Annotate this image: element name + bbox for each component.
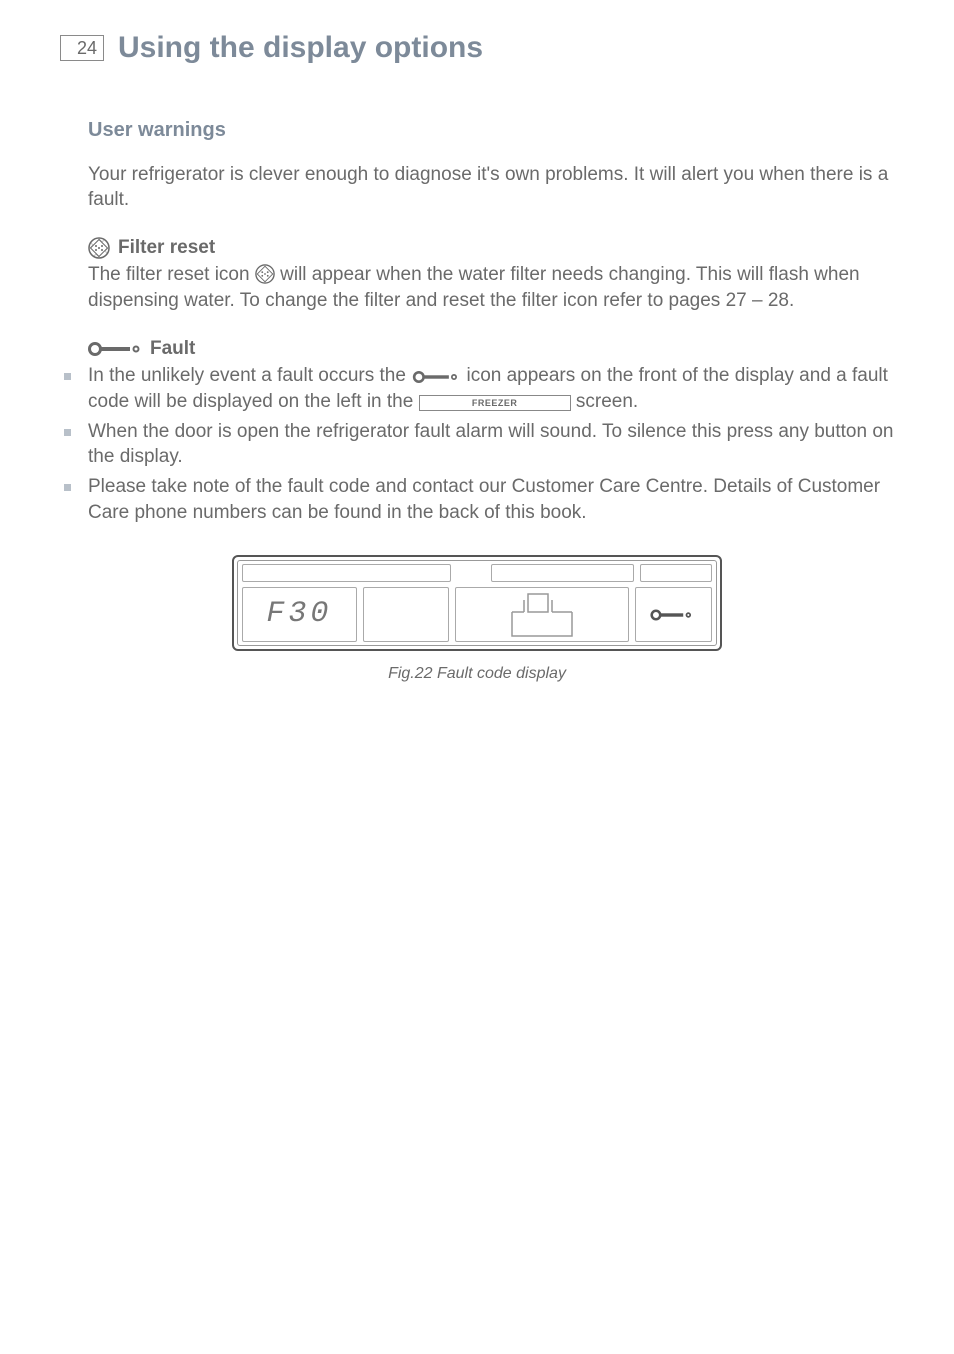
filter-reset-icon <box>88 237 110 259</box>
section-heading: User warnings <box>88 117 894 144</box>
list-item: When the door is open the refrigerator f… <box>60 419 894 470</box>
display-slot <box>640 564 713 582</box>
filter-reset-icon <box>255 264 275 284</box>
filter-reset-text-before: The filter reset icon <box>88 264 255 285</box>
fault-code-cell: F30 <box>242 587 357 642</box>
display-cell <box>635 587 712 642</box>
fault-code-value: F30 <box>266 594 332 635</box>
fault-key-icon <box>411 371 461 383</box>
list-item: Please take note of the fault code and c… <box>60 474 894 525</box>
fault-key-icon <box>88 342 142 356</box>
fault-b3: Please take note of the fault code and c… <box>88 476 880 523</box>
fault-display-panel: F30 <box>232 555 722 651</box>
display-slot <box>491 564 634 582</box>
fault-key-icon <box>650 609 696 621</box>
fault-b1-post: screen. <box>576 391 638 412</box>
filter-reset-text: The filter reset icon will appear when t… <box>88 262 894 313</box>
display-cell <box>363 587 450 642</box>
header: 24 Using the display options <box>60 28 894 69</box>
fault-label: Fault <box>150 336 195 362</box>
display-cell <box>455 587 628 642</box>
fault-b2: When the door is open the refrigerator f… <box>88 421 893 468</box>
filter-reset-heading: Filter reset <box>88 235 894 261</box>
page-number: 24 <box>77 36 97 60</box>
page-number-box: 24 <box>60 35 104 61</box>
freezer-screen-label: FREEZER <box>419 395 571 411</box>
list-item: In the unlikely event a fault occurs the… <box>60 363 894 414</box>
figure: F30 <box>60 555 894 685</box>
page-title: Using the display options <box>118 28 483 69</box>
fault-heading: Fault <box>88 336 894 362</box>
fault-bullet-list: In the unlikely event a fault occurs the… <box>60 363 894 525</box>
figure-caption: Fig.22 Fault code display <box>388 663 566 685</box>
page: 24 Using the display options User warnin… <box>0 0 954 725</box>
fault-b1-pre: In the unlikely event a fault occurs the <box>88 365 411 386</box>
filter-reset-label: Filter reset <box>118 235 215 261</box>
cup-icon <box>482 590 602 640</box>
display-slot <box>242 564 451 582</box>
intro-paragraph: Your refrigerator is clever enough to di… <box>88 162 894 213</box>
